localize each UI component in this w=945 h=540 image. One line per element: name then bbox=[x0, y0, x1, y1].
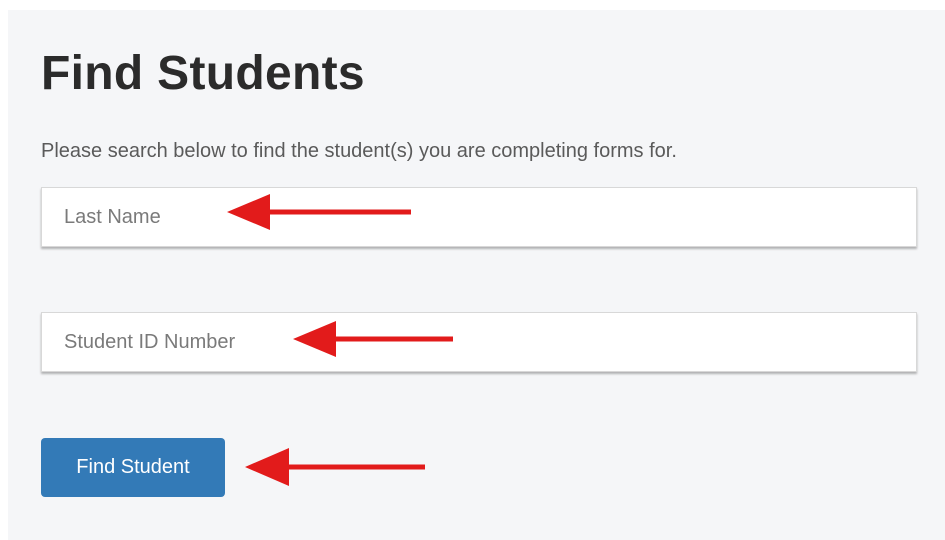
student-id-input[interactable] bbox=[41, 312, 917, 372]
left-arrow-icon bbox=[293, 321, 453, 357]
page-title: Find Students bbox=[41, 47, 365, 100]
left-arrow-icon bbox=[245, 448, 425, 486]
last-name-input[interactable] bbox=[41, 187, 917, 247]
find-student-button[interactable]: Find Student bbox=[41, 438, 225, 497]
left-arrow-icon bbox=[227, 194, 411, 230]
page-subtitle: Please search below to find the student(… bbox=[41, 140, 677, 162]
search-panel: Find Students Please search below to fin… bbox=[8, 10, 945, 540]
